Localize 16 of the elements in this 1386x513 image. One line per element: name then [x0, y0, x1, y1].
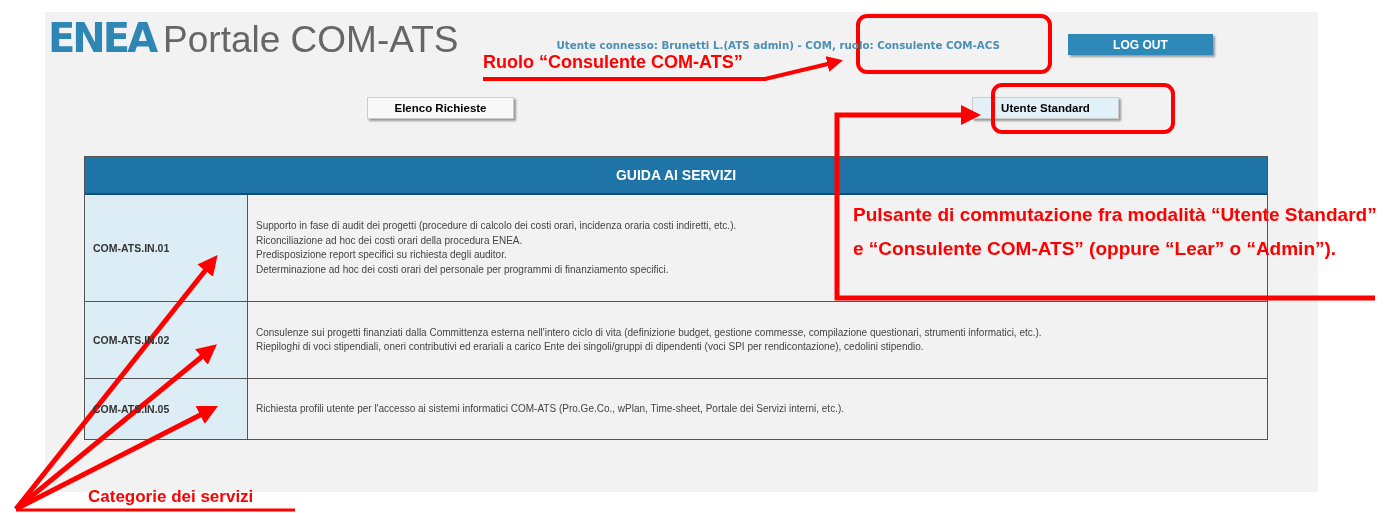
service-code: COM-ATS.IN.01 — [93, 242, 170, 254]
annotation-text: Categorie dei servizi — [88, 487, 254, 507]
mode-button[interactable]: Utente Standard — [972, 97, 1119, 119]
description-line: Supporto in fase di audit dei progetti (procedure di calcolo dei costi orari, incidenza oraria costi indiretti, etc.). — [256, 219, 737, 233]
description-line: Predisposizione report specifici su richiesta degli auditor. — [256, 248, 507, 262]
description-line: Riconciliazione ad hoc dei costi orari della procedura ENEA. — [256, 233, 523, 248]
logout-button[interactable]: LOG OUT — [1067, 34, 1213, 55]
description-line: Consulenze sui progetti finanziati dalla Committenza esterna nell'intero ciclo di vita (definizione budget, gestione commesse, compilazione questionari, strumenti informatici, etc.). — [256, 325, 1042, 340]
portal-title: Portale COM-ATS — [163, 19, 459, 61]
description-line: Richiesta profili utente per l'accesso ai sistemi informatici COM-ATS (Pro.Ge.Co., wPlan, Time-sheet, Portale dei Servizi interni, etc.). — [256, 401, 845, 416]
description-line: Determinazione ad hoc dei costi orari del personale per programmi di finanziamento specifici. — [256, 262, 669, 277]
requests-button[interactable]: Elenco Richieste — [367, 97, 514, 119]
annotation-text: Ruolo “Consulente COM-ATS” — [483, 52, 743, 73]
description-line: Riepiloghi di voci stipendiali, oneri contributivi ed erariali a carico Ente dei singoli/gruppi di dipendenti (voci SPI per rendicontazione), cedolini stipendio. — [256, 340, 924, 354]
logo: ENEA — [48, 16, 156, 60]
table-header: GUIDA AI SERVIZI — [85, 157, 1267, 195]
